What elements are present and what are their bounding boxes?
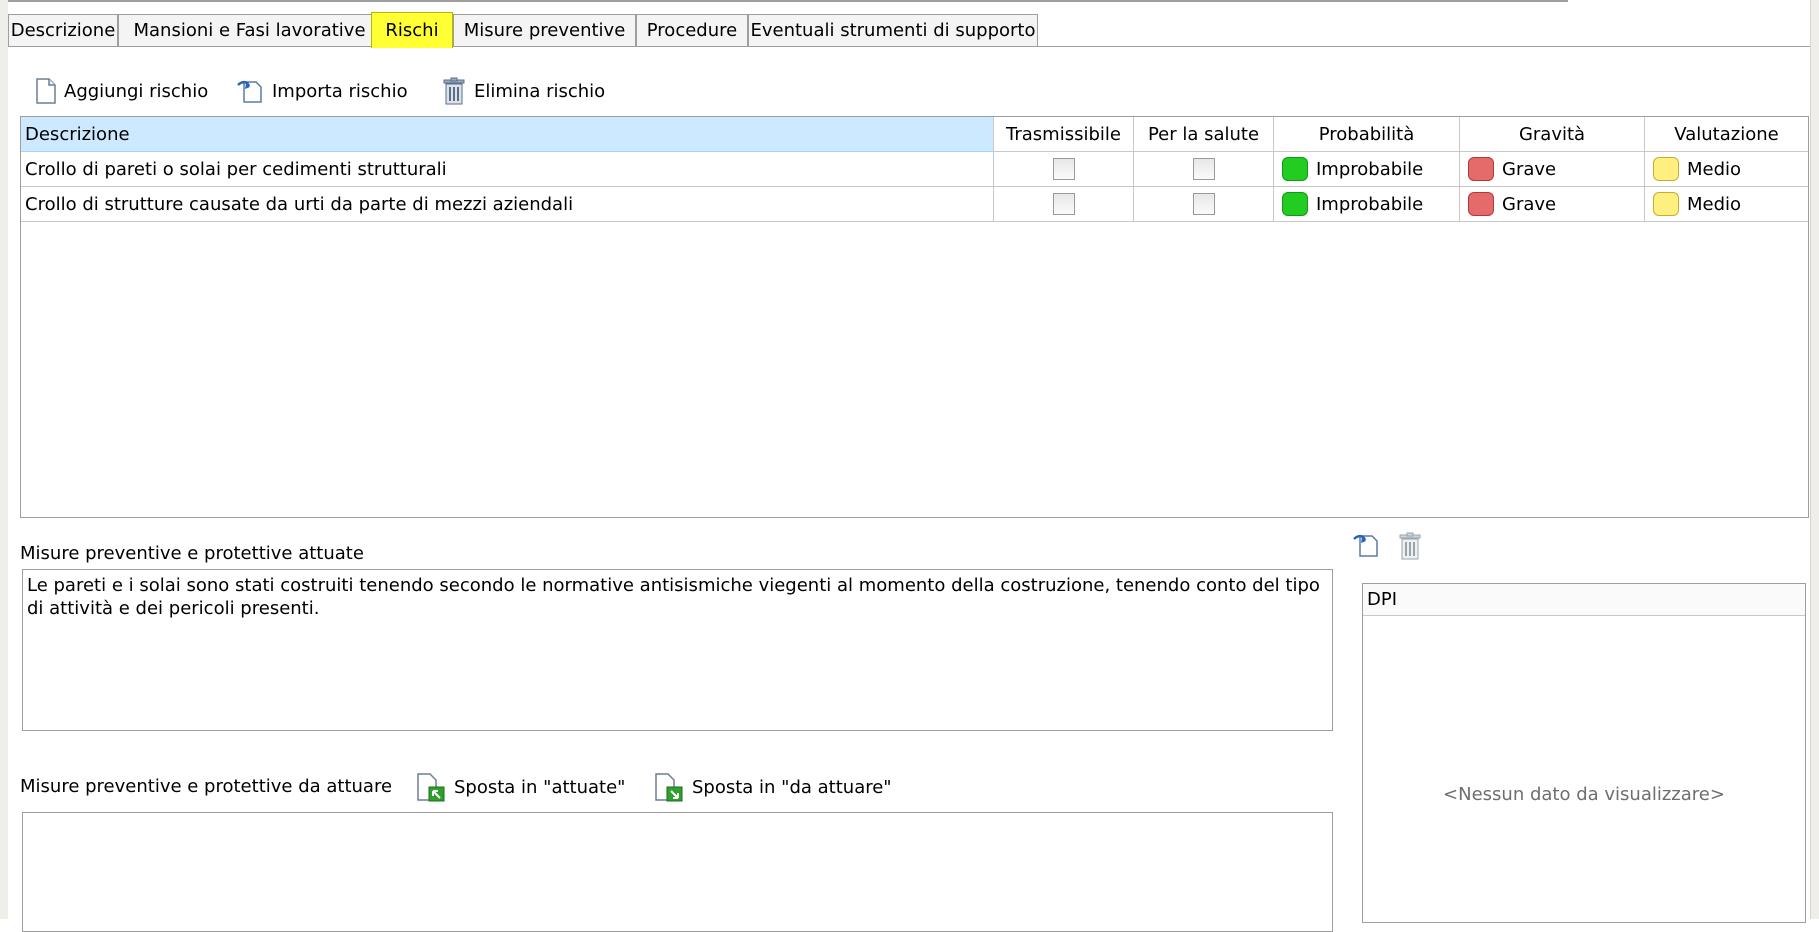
cell-trasmissibile[interactable] xyxy=(994,152,1134,187)
green-status-icon xyxy=(1282,192,1308,216)
cell-per-la-salute[interactable] xyxy=(1134,187,1274,222)
grid-header: Descrizione Trasmissibile Per la salute … xyxy=(21,117,1808,152)
cell-valutazione[interactable]: Medio xyxy=(1645,187,1808,222)
move-down-document-icon xyxy=(655,773,683,802)
top-separator xyxy=(8,0,1568,2)
dpi-list[interactable]: DPI <Nessun dato da visualizzare> xyxy=(1362,583,1806,923)
cell-per-la-salute[interactable] xyxy=(1134,152,1274,187)
table-row[interactable]: Crollo di strutture causate da urti da p… xyxy=(21,187,1808,222)
attuate-textarea[interactable]: Le pareti e i solai sono stati costruiti… xyxy=(22,569,1333,731)
cell-descrizione[interactable]: Crollo di pareti o solai per cedimenti s… xyxy=(21,152,994,187)
green-status-icon xyxy=(1282,157,1308,181)
red-status-icon xyxy=(1468,157,1494,181)
delete-risk-button[interactable]: Elimina rischio xyxy=(442,74,605,108)
new-document-icon xyxy=(36,78,56,104)
column-header-valutazione[interactable]: Valutazione xyxy=(1645,117,1808,152)
cell-probabilita[interactable]: Improbabile xyxy=(1274,152,1460,187)
column-header-trasmissibile[interactable]: Trasmissibile xyxy=(994,117,1134,152)
import-dpi-icon[interactable] xyxy=(1352,532,1380,558)
risks-grid[interactable]: Descrizione Trasmissibile Per la salute … xyxy=(20,116,1809,518)
table-row[interactable]: Crollo di pareti o solai per cedimenti s… xyxy=(21,152,1808,187)
trash-icon xyxy=(443,77,465,105)
tab-mansioni[interactable]: Mansioni e Fasi lavorative xyxy=(118,14,381,46)
tab-rischi[interactable]: Rischi xyxy=(371,12,453,48)
tab-descrizione[interactable]: Descrizione xyxy=(8,14,118,46)
column-header-gravita[interactable]: Gravità xyxy=(1460,117,1645,152)
cell-probabilita[interactable]: Improbabile xyxy=(1274,187,1460,222)
da-attuare-textarea[interactable] xyxy=(22,812,1333,932)
import-risk-button[interactable]: Importa rischio xyxy=(236,74,408,108)
cell-valutazione[interactable]: Medio xyxy=(1645,152,1808,187)
column-header-per-la-salute[interactable]: Per la salute xyxy=(1134,117,1274,152)
dpi-header[interactable]: DPI xyxy=(1363,584,1805,616)
tab-misure-preventive[interactable]: Misure preventive xyxy=(453,14,636,46)
column-header-probabilita[interactable]: Probabilità xyxy=(1274,117,1460,152)
attuate-label: Misure preventive e protettive attuate xyxy=(20,543,364,564)
per-la-salute-checkbox[interactable] xyxy=(1192,193,1215,215)
tab-underline xyxy=(8,46,1810,47)
yellow-status-icon xyxy=(1653,157,1679,181)
right-edge-panel xyxy=(1810,0,1819,919)
import-icon xyxy=(237,80,262,103)
tab-procedure[interactable]: Procedure xyxy=(636,14,748,46)
tab-strumenti-supporto[interactable]: Eventuali strumenti di supporto xyxy=(748,14,1038,46)
move-to-da-attuare-button[interactable]: Sposta in "da attuare" xyxy=(654,770,892,804)
trash-dpi-icon[interactable] xyxy=(1398,532,1422,560)
window-left-border xyxy=(0,0,8,919)
yellow-status-icon xyxy=(1653,192,1679,216)
dpi-empty-message: <Nessun dato da visualizzare> xyxy=(1443,784,1725,805)
per-la-salute-checkbox[interactable] xyxy=(1192,158,1215,180)
cell-gravita[interactable]: Grave xyxy=(1460,187,1645,222)
da-attuare-label: Misure preventive e protettive da attuar… xyxy=(20,776,393,797)
red-status-icon xyxy=(1468,192,1494,216)
trasmissibile-checkbox[interactable] xyxy=(1052,193,1075,215)
cell-descrizione[interactable]: Crollo di strutture causate da urti da p… xyxy=(21,187,994,222)
move-to-attuate-button[interactable]: Sposta in "attuate" xyxy=(416,770,625,804)
cell-gravita[interactable]: Grave xyxy=(1460,152,1645,187)
cell-trasmissibile[interactable] xyxy=(994,187,1134,222)
add-risk-button[interactable]: Aggiungi rischio xyxy=(36,74,208,108)
trasmissibile-checkbox[interactable] xyxy=(1052,158,1075,180)
column-header-descrizione[interactable]: Descrizione xyxy=(21,117,994,152)
move-up-document-icon xyxy=(417,773,445,802)
